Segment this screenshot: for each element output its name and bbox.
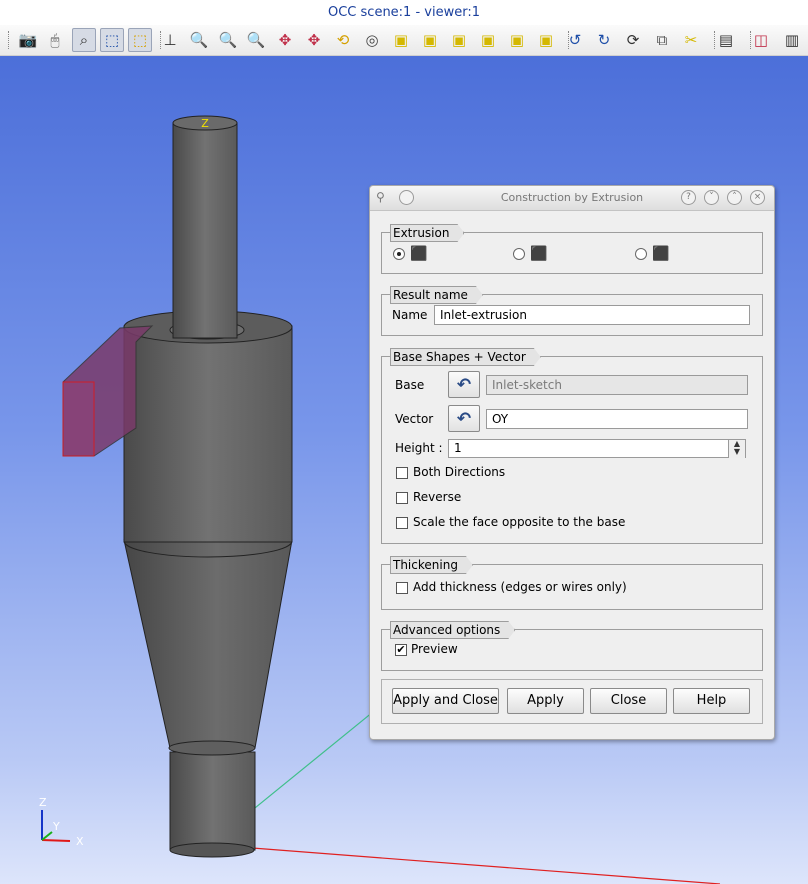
add-thickness-checkbox[interactable] bbox=[396, 582, 408, 594]
maximize-icon[interactable]: ˄ bbox=[727, 190, 742, 205]
close-button[interactable]: Close bbox=[590, 688, 667, 714]
thickening-group-label: Thickening bbox=[390, 556, 473, 574]
close-window-icon[interactable]: × bbox=[750, 190, 765, 205]
trihedron-x-label: X bbox=[76, 835, 84, 848]
graduated-axes-icon[interactable]: ▤ bbox=[714, 28, 738, 52]
rectangle-selection-icon[interactable]: ⬚ bbox=[100, 28, 124, 52]
toolbar-separator bbox=[8, 31, 10, 49]
scale-face-label: Scale the face opposite to the base bbox=[413, 515, 626, 529]
clipping-icon[interactable]: ✂ bbox=[679, 28, 703, 52]
window-titlebar: OCC scene:1 - viewer:1 bbox=[0, 0, 808, 26]
base-shapes-group: Base Shapes + Vector Base ↶ Inlet-sketch… bbox=[381, 356, 763, 544]
height-value: 1 bbox=[454, 441, 462, 455]
add-thickness-label: Add thickness (edges or wires only) bbox=[413, 580, 627, 594]
spin-arrows-icon[interactable]: ▲ ▼ bbox=[728, 440, 745, 458]
result-name-group-label: Result name bbox=[390, 286, 483, 304]
zoom-icon[interactable]: 🔍 bbox=[187, 28, 211, 52]
both-directions-label: Both Directions bbox=[413, 465, 506, 479]
base-shapes-group-label: Base Shapes + Vector bbox=[390, 348, 541, 366]
dump-view-icon[interactable]: 📷 bbox=[16, 28, 40, 52]
reverse-checkbox[interactable] bbox=[396, 492, 408, 504]
mouse-interaction-icon[interactable]: 🖱 bbox=[43, 28, 67, 52]
extrusion-group: Extrusion ⬛ ⬛ ⬛ bbox=[381, 232, 763, 274]
window-zoom-icon[interactable]: 🔍 bbox=[216, 28, 240, 52]
extrusion-base-vector-icon: ⬛ bbox=[410, 246, 428, 262]
trihedron-z-label: Z bbox=[39, 796, 47, 809]
window-title: OCC scene:1 - viewer:1 bbox=[328, 5, 480, 20]
extrusion-mode-radio-1[interactable] bbox=[393, 248, 405, 260]
clone-view-icon[interactable]: ⧉ bbox=[650, 28, 674, 52]
trihedron-x-axis bbox=[41, 839, 71, 842]
trihedron-icon[interactable]: ⊥ bbox=[158, 28, 182, 52]
dynamic-selection-icon[interactable]: ⌕ bbox=[72, 28, 96, 52]
fit-all-icon[interactable]: 🔍 bbox=[244, 28, 268, 52]
height-spinbox[interactable]: 1 ▲ ▼ bbox=[448, 439, 746, 458]
polyline-selection-icon[interactable]: ⬚ bbox=[128, 28, 152, 52]
advanced-options-group: Advanced options ✔ Preview bbox=[381, 629, 763, 671]
pan-icon[interactable]: ✥ bbox=[273, 28, 297, 52]
thickening-group: Thickening Add thickness (edges or wires… bbox=[381, 564, 763, 610]
bottom-view-icon[interactable]: ▣ bbox=[476, 28, 500, 52]
trihedron-y-label: Y bbox=[52, 820, 60, 833]
right-view-icon[interactable]: ▣ bbox=[534, 28, 558, 52]
stereo-view-icon[interactable]: ◫ bbox=[749, 28, 773, 52]
help-icon[interactable]: ? bbox=[681, 190, 696, 205]
rotate-counterclockwise-icon[interactable]: ↺ bbox=[563, 28, 587, 52]
both-directions-checkbox[interactable] bbox=[396, 467, 408, 479]
vector-input[interactable]: OY bbox=[486, 409, 748, 429]
extrusion-dxdydz-icon: ⬛ bbox=[530, 246, 548, 262]
button-bar: Apply and Close Apply Close Help bbox=[381, 679, 763, 724]
viewer-toolbar: 📷 🖱 ⌕ ⬚ ⬚ ⊥ 🔍 🔍 🔍 ✥ ✥ ⟲ ◎ ▣ ▣ ▣ ▣ ▣ ▣ ↺ ↻ ⟳ ⧉ ✂ ▤ ◫ ▥ bbox=[0, 25, 808, 56]
select-arrow-icon: ↶ bbox=[456, 408, 472, 429]
rotation-point-icon[interactable]: ◎ bbox=[360, 28, 384, 52]
rotate-clockwise-icon[interactable]: ↻ bbox=[592, 28, 616, 52]
reset-view-icon[interactable]: ⟳ bbox=[621, 28, 645, 52]
advanced-options-group-label: Advanced options bbox=[390, 621, 515, 639]
extrusion-group-label: Extrusion bbox=[390, 224, 464, 242]
toggle-view-icon[interactable]: ▥ bbox=[780, 28, 804, 52]
preview-label: Preview bbox=[411, 642, 458, 656]
left-view-icon[interactable]: ▣ bbox=[505, 28, 529, 52]
global-pan-icon[interactable]: ✥ bbox=[302, 28, 326, 52]
extrusion-mode-radio-3[interactable] bbox=[635, 248, 647, 260]
rotate-icon[interactable]: ⟲ bbox=[331, 28, 355, 52]
dialog-titlebar[interactable]: ⚲ Construction by Extrusion ? ˅ ˄ × bbox=[370, 186, 774, 211]
back-view-icon[interactable]: ▣ bbox=[418, 28, 442, 52]
preview-checkbox[interactable]: ✔ bbox=[395, 644, 407, 656]
base-label: Base bbox=[395, 378, 425, 392]
result-name-input[interactable]: Inlet-extrusion bbox=[434, 305, 750, 325]
front-view-icon[interactable]: ▣ bbox=[389, 28, 413, 52]
base-input[interactable]: Inlet-sketch bbox=[486, 375, 748, 395]
scale-face-checkbox[interactable] bbox=[396, 517, 408, 529]
base-select-button[interactable]: ↶ bbox=[448, 371, 480, 398]
apply-and-close-button[interactable]: Apply and Close bbox=[392, 688, 499, 714]
top-view-icon[interactable]: ▣ bbox=[447, 28, 471, 52]
vector-select-button[interactable]: ↶ bbox=[448, 405, 480, 432]
z-top-label: Z bbox=[201, 117, 209, 130]
reverse-label: Reverse bbox=[413, 490, 462, 504]
extrusion-mode-radio-2[interactable] bbox=[513, 248, 525, 260]
x-axis-line bbox=[251, 847, 721, 884]
minimize-icon[interactable]: ˅ bbox=[704, 190, 719, 205]
help-button[interactable]: Help bbox=[673, 688, 750, 714]
height-label: Height : bbox=[395, 441, 443, 455]
trihedron-y-axis bbox=[41, 831, 53, 841]
name-label: Name bbox=[392, 308, 428, 322]
extrusion-dialog: ⚲ Construction by Extrusion ? ˅ ˄ × Extr… bbox=[369, 185, 775, 740]
vector-label: Vector bbox=[395, 412, 434, 426]
extrusion-2points-icon: ⬛ bbox=[652, 246, 670, 262]
select-arrow-icon: ↶ bbox=[456, 374, 472, 395]
apply-button[interactable]: Apply bbox=[507, 688, 584, 714]
result-name-group: Result name Name Inlet-extrusion bbox=[381, 294, 763, 336]
